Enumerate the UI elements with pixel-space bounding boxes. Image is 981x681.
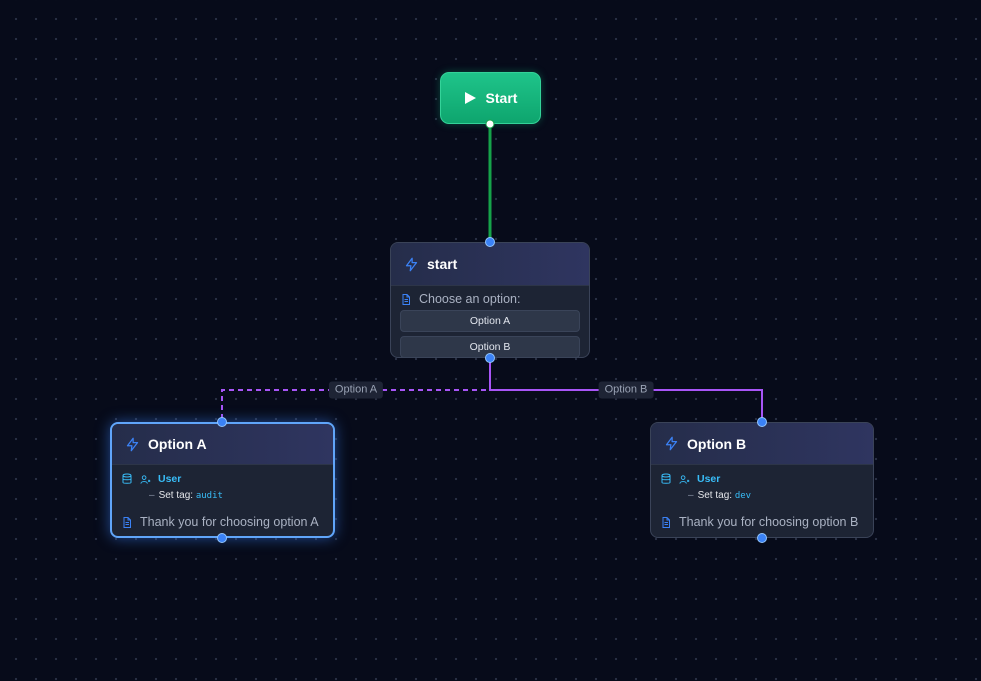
node-option-a-tag-prefix: Set tag: — [158, 490, 194, 501]
node-option-b-message: Thank you for choosing option B — [679, 515, 859, 529]
node-option-a[interactable]: Option A User – Set tag: audit Thank you … — [110, 422, 335, 538]
lightning-icon — [405, 257, 418, 271]
node-option-b-action-label: User — [697, 473, 721, 485]
node-option-a-tag-line: – Set tag: audit — [149, 490, 223, 501]
document-icon — [402, 293, 410, 305]
node-option-b[interactable]: Option B User – Set tag: dev Thank you fo… — [650, 422, 874, 538]
node-option-a-tag-value: audit — [195, 491, 223, 501]
start-output-handle[interactable] — [485, 119, 495, 129]
node-option-b-output-handle[interactable] — [757, 533, 767, 543]
edge-label-option-b[interactable]: Option B — [598, 381, 654, 399]
document-icon — [123, 516, 131, 528]
node-start-message-row: Choose an option: — [400, 292, 580, 306]
node-option-b-tag-prefix: Set tag: — [697, 490, 733, 501]
node-option-b-message-row: Thank you for choosing option B — [660, 515, 864, 529]
node-option-b-tag-value: dev — [734, 491, 752, 501]
database-icon — [122, 473, 132, 484]
node-option-a-action-label: User — [158, 473, 182, 485]
node-option-b-action-row: User — [660, 473, 864, 485]
node-start[interactable]: start Choose an option: Option A Option … — [390, 242, 590, 358]
node-option-a-output-handle[interactable] — [217, 533, 227, 543]
edge-label-option-a[interactable]: Option A — [328, 381, 384, 399]
node-option-a-title: Option A — [148, 436, 207, 452]
document-icon — [662, 516, 670, 528]
play-icon — [464, 92, 476, 104]
user-icon — [679, 474, 690, 484]
start-trigger-label: Start — [485, 90, 518, 106]
node-option-b-tag-line: – Set tag: dev — [688, 490, 752, 501]
database-icon — [661, 473, 671, 484]
node-start-input-handle[interactable] — [485, 237, 495, 247]
node-option-a-action-row: User — [121, 473, 324, 485]
user-icon — [140, 474, 151, 484]
node-start-message: Choose an option: — [419, 292, 521, 306]
node-option-a-message-row: Thank you for choosing option A — [121, 515, 324, 529]
lightning-icon — [665, 436, 678, 451]
node-start-header: start — [391, 243, 589, 286]
node-option-b-header: Option B — [651, 423, 873, 465]
node-start-output-handle[interactable] — [485, 353, 495, 363]
lightning-icon — [126, 437, 139, 451]
node-start-title: start — [427, 256, 458, 272]
node-option-a-input-handle[interactable] — [217, 417, 227, 427]
option-a-button[interactable]: Option A — [400, 310, 580, 332]
node-option-a-header: Option A — [112, 424, 333, 465]
node-option-b-input-handle[interactable] — [757, 417, 767, 427]
node-option-a-message: Thank you for choosing option A — [140, 515, 319, 529]
node-option-b-title: Option B — [687, 435, 747, 452]
start-trigger-node[interactable]: Start — [440, 72, 541, 124]
